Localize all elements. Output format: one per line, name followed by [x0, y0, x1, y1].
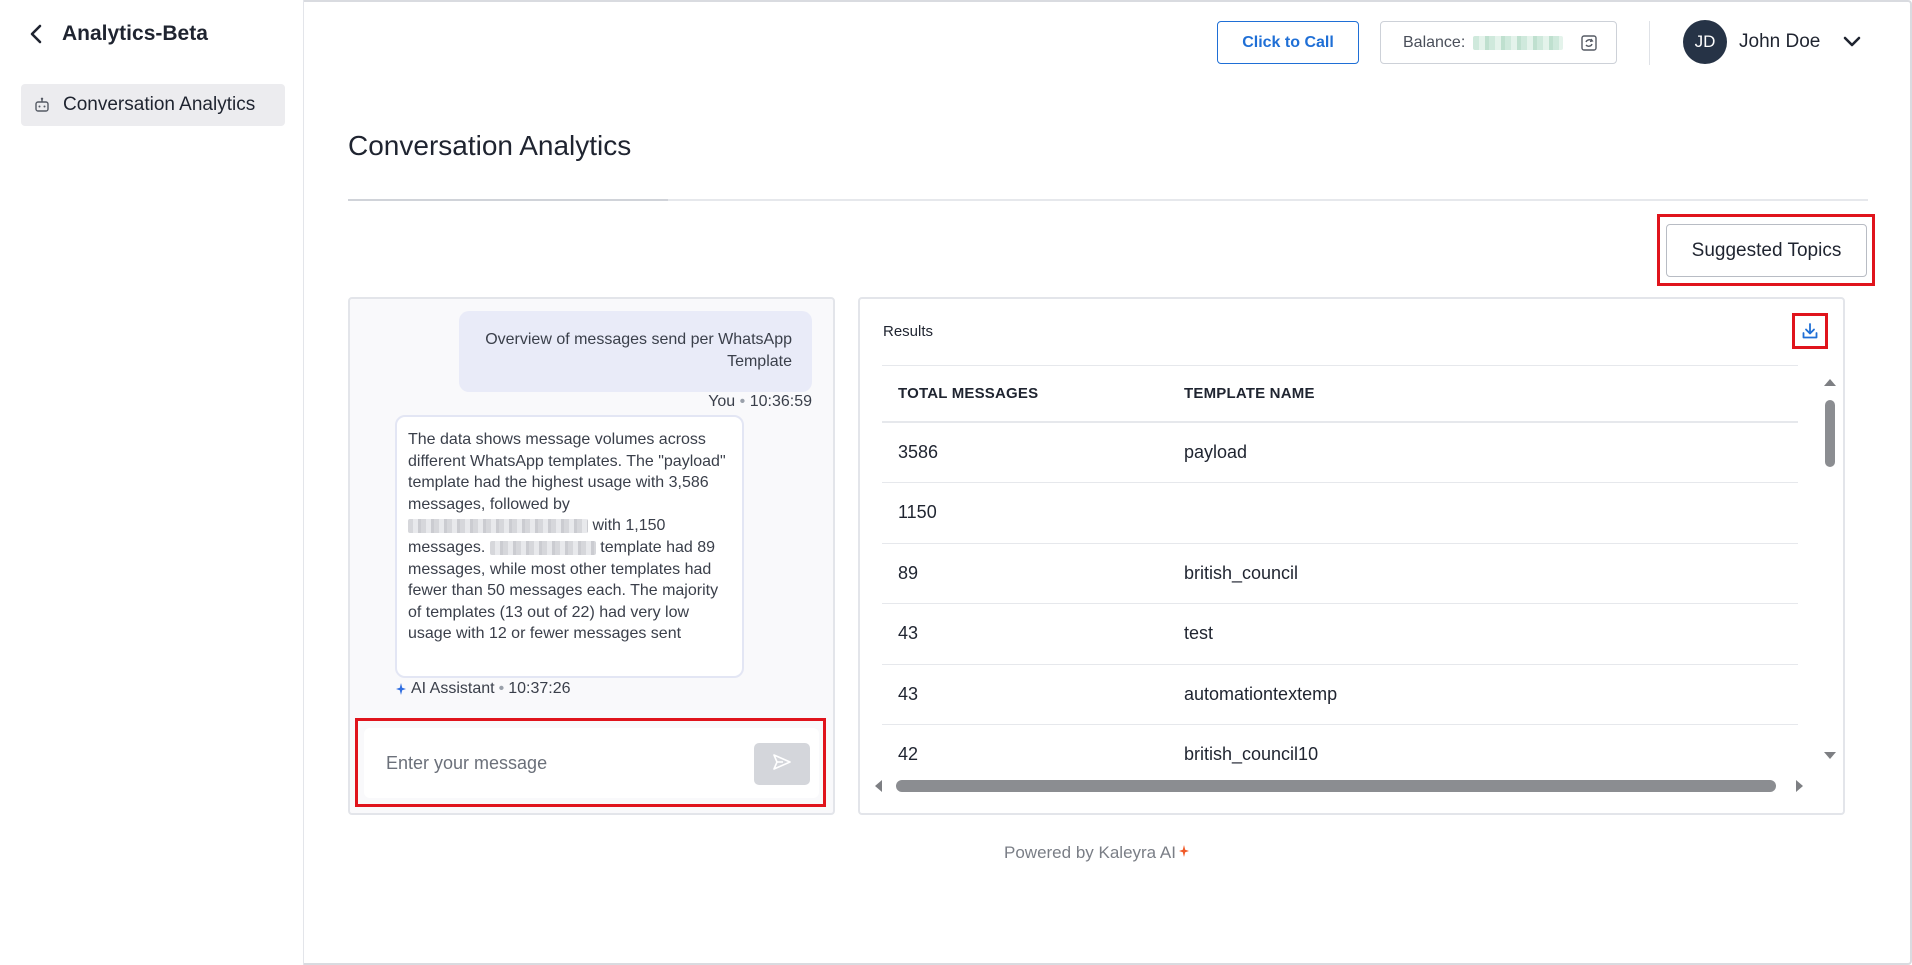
- table-row: 89 british_council: [882, 543, 1798, 604]
- user-message-bubble: Overview of messages send per WhatsApp T…: [459, 311, 812, 392]
- download-icon[interactable]: [1799, 320, 1821, 342]
- back-arrow-icon[interactable]: [24, 22, 48, 46]
- table-cell: automationtextemp: [1168, 664, 1798, 725]
- redacted-text: [408, 519, 588, 534]
- table-cell: 3586: [882, 422, 1168, 483]
- message-author: AI Assistant: [411, 680, 495, 697]
- robot-icon: [33, 96, 51, 114]
- scroll-left-arrow-icon[interactable]: [872, 778, 884, 794]
- click-to-call-button[interactable]: Click to Call: [1217, 21, 1359, 64]
- user-message-meta: You • 10:36:59: [459, 393, 812, 411]
- message-input[interactable]: [386, 746, 746, 780]
- powered-by-footer: Powered by Kaleyra AI: [1004, 843, 1190, 863]
- refresh-balance-icon[interactable]: [1579, 33, 1599, 53]
- balance-value-redacted: [1473, 35, 1564, 50]
- sidebar-item-label: Conversation Analytics: [63, 94, 256, 115]
- scroll-down-arrow-icon[interactable]: [1822, 750, 1838, 762]
- sidebar: Analytics-Beta Conversation Analytics: [0, 0, 304, 965]
- table-row: 3586 payload: [882, 422, 1798, 483]
- app-title: Analytics-Beta: [62, 22, 208, 45]
- column-header[interactable]: TEMPLATE NAME: [1168, 366, 1798, 423]
- assistant-message-bubble: The data shows message volumes across di…: [395, 415, 744, 678]
- sidebar-item-conversation-analytics[interactable]: Conversation Analytics: [21, 84, 285, 126]
- send-button[interactable]: [754, 743, 810, 785]
- table-cell: 89: [882, 543, 1168, 604]
- sidebar-header: Analytics-Beta: [24, 22, 208, 46]
- suggested-topics-button[interactable]: Suggested Topics: [1666, 224, 1867, 277]
- scroll-right-arrow-icon[interactable]: [1794, 778, 1806, 794]
- table-cell: 43: [882, 664, 1168, 725]
- table-cell: test: [1168, 603, 1798, 665]
- avatar: JD: [1683, 20, 1727, 64]
- table-row: 43 automationtextemp: [882, 664, 1798, 725]
- meta-separator: •: [739, 393, 746, 410]
- sparkle-icon: [395, 682, 407, 696]
- user-menu[interactable]: JD John Doe: [1683, 20, 1864, 64]
- table-row: 43 test: [882, 603, 1798, 665]
- redacted-text: [489, 540, 596, 555]
- sparkle-icon: [1178, 843, 1190, 863]
- balance-widget: Balance:: [1380, 21, 1617, 64]
- table-cell: british_council10: [1168, 724, 1798, 770]
- header-divider: [1649, 21, 1650, 65]
- table-cell: 43: [882, 603, 1168, 665]
- table-header-row: TOTAL MESSAGES TEMPLATE NAME: [882, 366, 1798, 423]
- send-icon: [772, 753, 792, 776]
- message-time: 10:37:26: [508, 680, 571, 697]
- balance-label: Balance:: [1403, 33, 1466, 51]
- message-author: You: [708, 393, 736, 410]
- assistant-text-part: The data shows message volumes across di…: [408, 431, 726, 513]
- table-cell: 42: [882, 724, 1168, 770]
- page-title: Conversation Analytics: [348, 130, 632, 161]
- user-name: John Doe: [1739, 31, 1821, 52]
- table-cell: british_council: [1168, 543, 1798, 604]
- table-cell: [1168, 482, 1798, 544]
- table-row: 1150: [882, 482, 1798, 544]
- assistant-message-meta: AI Assistant • 10:37:26: [395, 680, 570, 698]
- results-table: TOTAL MESSAGES TEMPLATE NAME 3586 payloa…: [882, 366, 1798, 770]
- chevron-down-icon[interactable]: [1840, 30, 1864, 54]
- results-table-container[interactable]: TOTAL MESSAGES TEMPLATE NAME 3586 payloa…: [882, 365, 1798, 770]
- table-cell: payload: [1168, 422, 1798, 483]
- footer-text: Powered by Kaleyra AI: [1004, 843, 1176, 862]
- horizontal-scrollbar-thumb[interactable]: [896, 780, 1776, 792]
- message-composer: [364, 728, 819, 798]
- meta-separator: •: [498, 680, 505, 697]
- table-cell: 1150: [882, 482, 1168, 544]
- title-divider-active: [348, 199, 668, 201]
- scroll-up-arrow-icon[interactable]: [1822, 376, 1838, 388]
- table-row: 42 british_council10: [882, 724, 1798, 770]
- results-title: Results: [883, 323, 934, 340]
- column-header[interactable]: TOTAL MESSAGES: [882, 366, 1168, 423]
- vertical-scrollbar-thumb[interactable]: [1825, 400, 1835, 467]
- message-time: 10:36:59: [749, 393, 812, 410]
